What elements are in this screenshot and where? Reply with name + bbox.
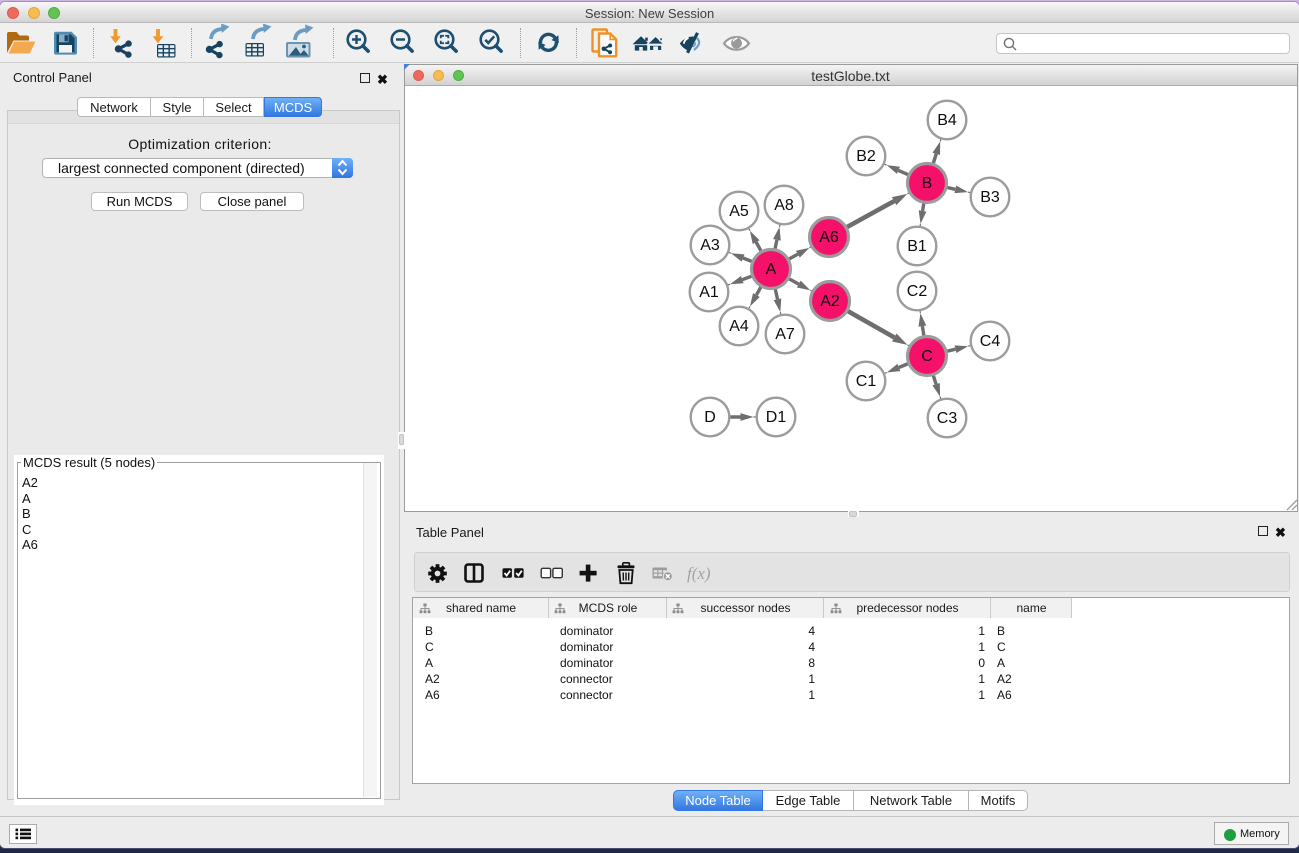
svg-text:A8: A8 [774, 197, 794, 214]
svg-text:C1: C1 [856, 373, 877, 390]
svg-text:D: D [704, 409, 716, 426]
svg-text:D1: D1 [766, 409, 787, 426]
svg-text:B2: B2 [856, 148, 876, 165]
svg-text:A5: A5 [729, 203, 749, 220]
svg-text:A: A [766, 261, 777, 278]
svg-text:C: C [921, 348, 933, 365]
svg-text:A7: A7 [775, 326, 795, 343]
svg-text:A3: A3 [700, 237, 720, 254]
svg-text:A2: A2 [820, 293, 840, 310]
svg-text:B4: B4 [937, 112, 957, 129]
svg-text:B1: B1 [907, 238, 927, 255]
svg-text:C4: C4 [980, 333, 1001, 350]
svg-text:C3: C3 [937, 410, 958, 427]
svg-text:C2: C2 [907, 283, 928, 300]
svg-text:B: B [922, 175, 933, 192]
svg-text:A6: A6 [819, 229, 839, 246]
svg-text:A1: A1 [699, 284, 719, 301]
svg-text:A4: A4 [729, 318, 749, 335]
svg-text:B3: B3 [980, 189, 1000, 206]
